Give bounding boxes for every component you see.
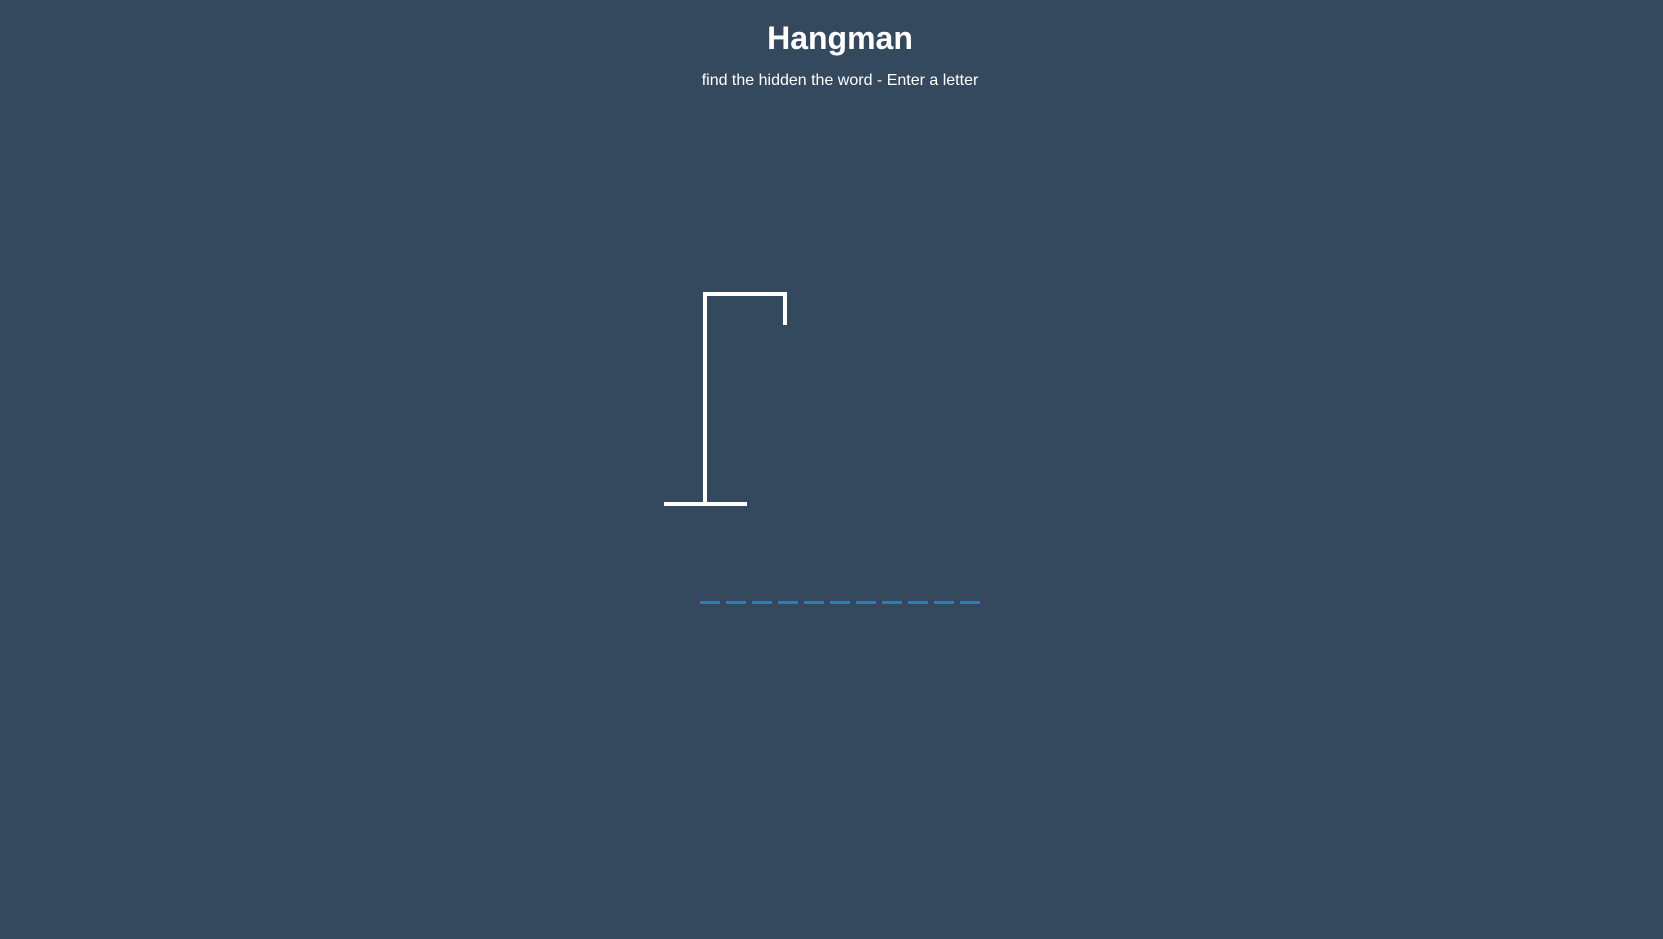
letter-slot	[700, 583, 720, 604]
letter-slot	[726, 583, 746, 604]
letter-slot	[960, 583, 980, 604]
letter-slot	[752, 583, 772, 604]
letter-slot	[882, 583, 902, 604]
letter-slot	[934, 583, 954, 604]
letter-slot	[804, 583, 824, 604]
letter-slot	[856, 583, 876, 604]
letter-slot	[830, 583, 850, 604]
hidden-word	[700, 583, 980, 604]
letter-slot	[778, 583, 798, 604]
hangman-game: Hangman find the hidden the word - Enter…	[0, 0, 1663, 939]
gallows-figure	[664, 292, 787, 506]
letter-slot	[908, 583, 928, 604]
